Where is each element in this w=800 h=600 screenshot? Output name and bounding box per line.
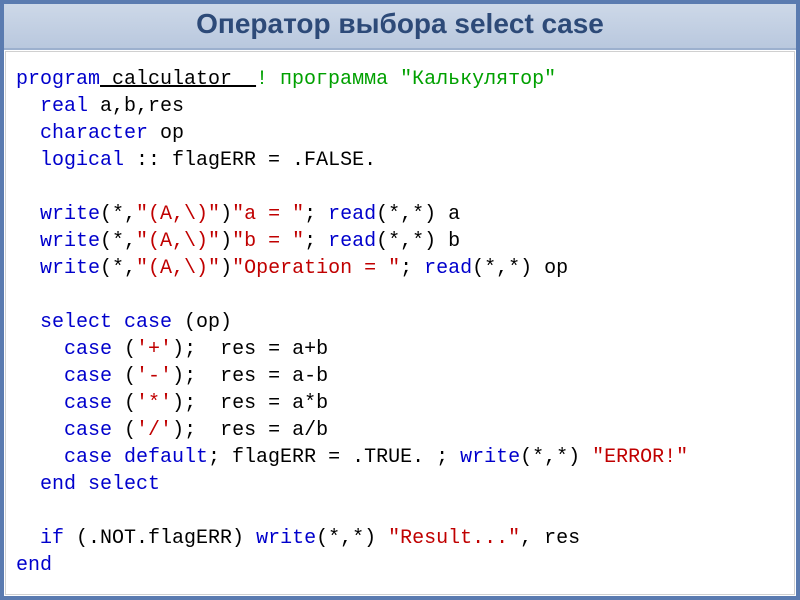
- code-text: (*,*) op: [472, 257, 568, 280]
- keyword: write: [40, 257, 100, 280]
- string: "(A,\)": [136, 230, 220, 253]
- code-text: ); res = a-b: [172, 365, 328, 388]
- code-text: (: [112, 419, 136, 442]
- code-text: ): [220, 230, 232, 253]
- code-text: , res: [520, 527, 580, 550]
- keyword: write: [256, 527, 316, 550]
- keyword: read: [328, 230, 376, 253]
- code-text: (*,: [100, 257, 136, 280]
- code-text: (*,*) a: [376, 203, 460, 226]
- code-text: ;: [304, 203, 328, 226]
- keyword: case: [64, 419, 112, 442]
- code-text: (*,*): [520, 446, 592, 469]
- keyword: if: [40, 527, 64, 550]
- code-text: ): [220, 203, 232, 226]
- keyword: write: [460, 446, 520, 469]
- string: '/': [136, 419, 172, 442]
- code-text: (*,: [100, 230, 136, 253]
- code-text: ); res = a/b: [172, 419, 328, 442]
- code-text: (: [112, 392, 136, 415]
- keyword: logical: [40, 149, 124, 172]
- string: "Operation = ": [232, 257, 400, 280]
- comment: ! программа "Калькулятор": [256, 68, 556, 91]
- keyword: end select: [40, 473, 160, 496]
- code-text: a,b,res: [88, 95, 184, 118]
- code-text: (*,*): [316, 527, 388, 550]
- keyword: real: [40, 95, 88, 118]
- keyword: write: [40, 230, 100, 253]
- string: "b = ": [232, 230, 304, 253]
- keyword: case: [64, 392, 112, 415]
- keyword: select case: [40, 311, 172, 334]
- string: "a = ": [232, 203, 304, 226]
- code-text: ); res = a*b: [172, 392, 328, 415]
- keyword: case default: [64, 446, 208, 469]
- code-text: ;: [304, 230, 328, 253]
- code-text: (: [112, 338, 136, 361]
- string: '+': [136, 338, 172, 361]
- string: "ERROR!": [592, 446, 688, 469]
- code-text: ;: [400, 257, 424, 280]
- code-panel: program calculator ! программа "Калькуля…: [5, 51, 795, 595]
- code-text: ; flagERR = .TRUE. ;: [208, 446, 460, 469]
- keyword: end: [16, 554, 52, 577]
- string: "(A,\)": [136, 203, 220, 226]
- keyword: write: [40, 203, 100, 226]
- code-text: (: [112, 365, 136, 388]
- code-text: ); res = a+b: [172, 338, 328, 361]
- keyword: character: [40, 122, 148, 145]
- slide-frame: Оператор выбора select case program calc…: [0, 0, 800, 600]
- slide-title: Оператор выбора select case: [4, 10, 796, 38]
- keyword: case: [64, 338, 112, 361]
- keyword: read: [424, 257, 472, 280]
- program-name: calculator: [100, 68, 256, 91]
- code-text: :: flagERR = .FALSE.: [124, 149, 376, 172]
- string: '*': [136, 392, 172, 415]
- keyword: case: [64, 365, 112, 388]
- code-listing: program calculator ! программа "Калькуля…: [16, 66, 784, 579]
- code-text: (*,: [100, 203, 136, 226]
- code-text: (*,*) b: [376, 230, 460, 253]
- code-text: ): [220, 257, 232, 280]
- string: '-': [136, 365, 172, 388]
- string: "Result...": [388, 527, 520, 550]
- code-text: (.NOT.flagERR): [64, 527, 256, 550]
- string: "(A,\)": [136, 257, 220, 280]
- keyword: read: [328, 203, 376, 226]
- code-text: (op): [172, 311, 232, 334]
- keyword: program: [16, 68, 100, 91]
- code-text: op: [148, 122, 184, 145]
- title-bar: Оператор выбора select case: [4, 4, 796, 50]
